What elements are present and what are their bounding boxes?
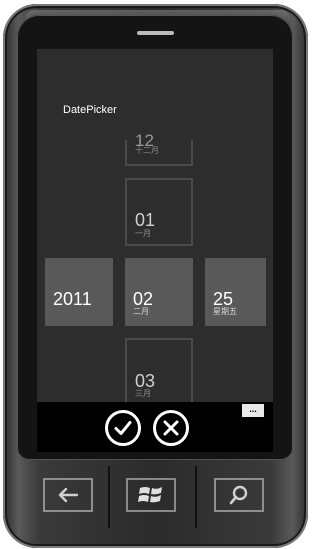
- confirm-button[interactable]: [105, 410, 141, 446]
- search-button[interactable]: [214, 478, 264, 512]
- year-tile-selected[interactable]: 2011: [45, 258, 113, 326]
- month-tile-previous-2[interactable]: 12 十二月: [125, 132, 193, 166]
- hardware-divider-right: [195, 466, 197, 528]
- month-tile-previous[interactable]: 01 一月: [125, 178, 193, 246]
- month-number: 03: [135, 371, 156, 391]
- check-icon: [114, 421, 132, 435]
- application-bar: ...: [37, 402, 273, 452]
- windows-logo-icon: [138, 487, 162, 503]
- month-tile-next[interactable]: 03 三月: [125, 338, 193, 406]
- speaker-grille: [137, 31, 174, 35]
- page-title: DatePicker: [63, 104, 117, 116]
- month-number: 02: [133, 289, 154, 309]
- month-name: 三月: [135, 389, 151, 398]
- month-number: 01: [135, 210, 156, 230]
- month-name: 十二月: [135, 146, 159, 155]
- back-arrow-icon: [58, 487, 79, 503]
- month-tile-selected[interactable]: 02 二月: [125, 258, 193, 326]
- day-tile-selected[interactable]: 25 星期五: [205, 258, 266, 326]
- month-name: 一月: [135, 229, 151, 238]
- cancel-button[interactable]: [153, 410, 189, 446]
- hardware-divider-left: [108, 466, 110, 528]
- more-options-button[interactable]: ...: [242, 404, 264, 417]
- screen: DatePicker 12 十二月 01 一月 2011 02 二月 25 星期…: [37, 49, 273, 452]
- back-button[interactable]: [43, 478, 93, 512]
- year-number: 2011: [53, 289, 92, 309]
- weekday-name: 星期五: [213, 307, 237, 316]
- start-button[interactable]: [126, 478, 176, 512]
- search-icon: [229, 485, 248, 505]
- day-number: 25: [213, 289, 234, 309]
- month-name: 二月: [133, 307, 149, 316]
- close-icon: [163, 420, 179, 436]
